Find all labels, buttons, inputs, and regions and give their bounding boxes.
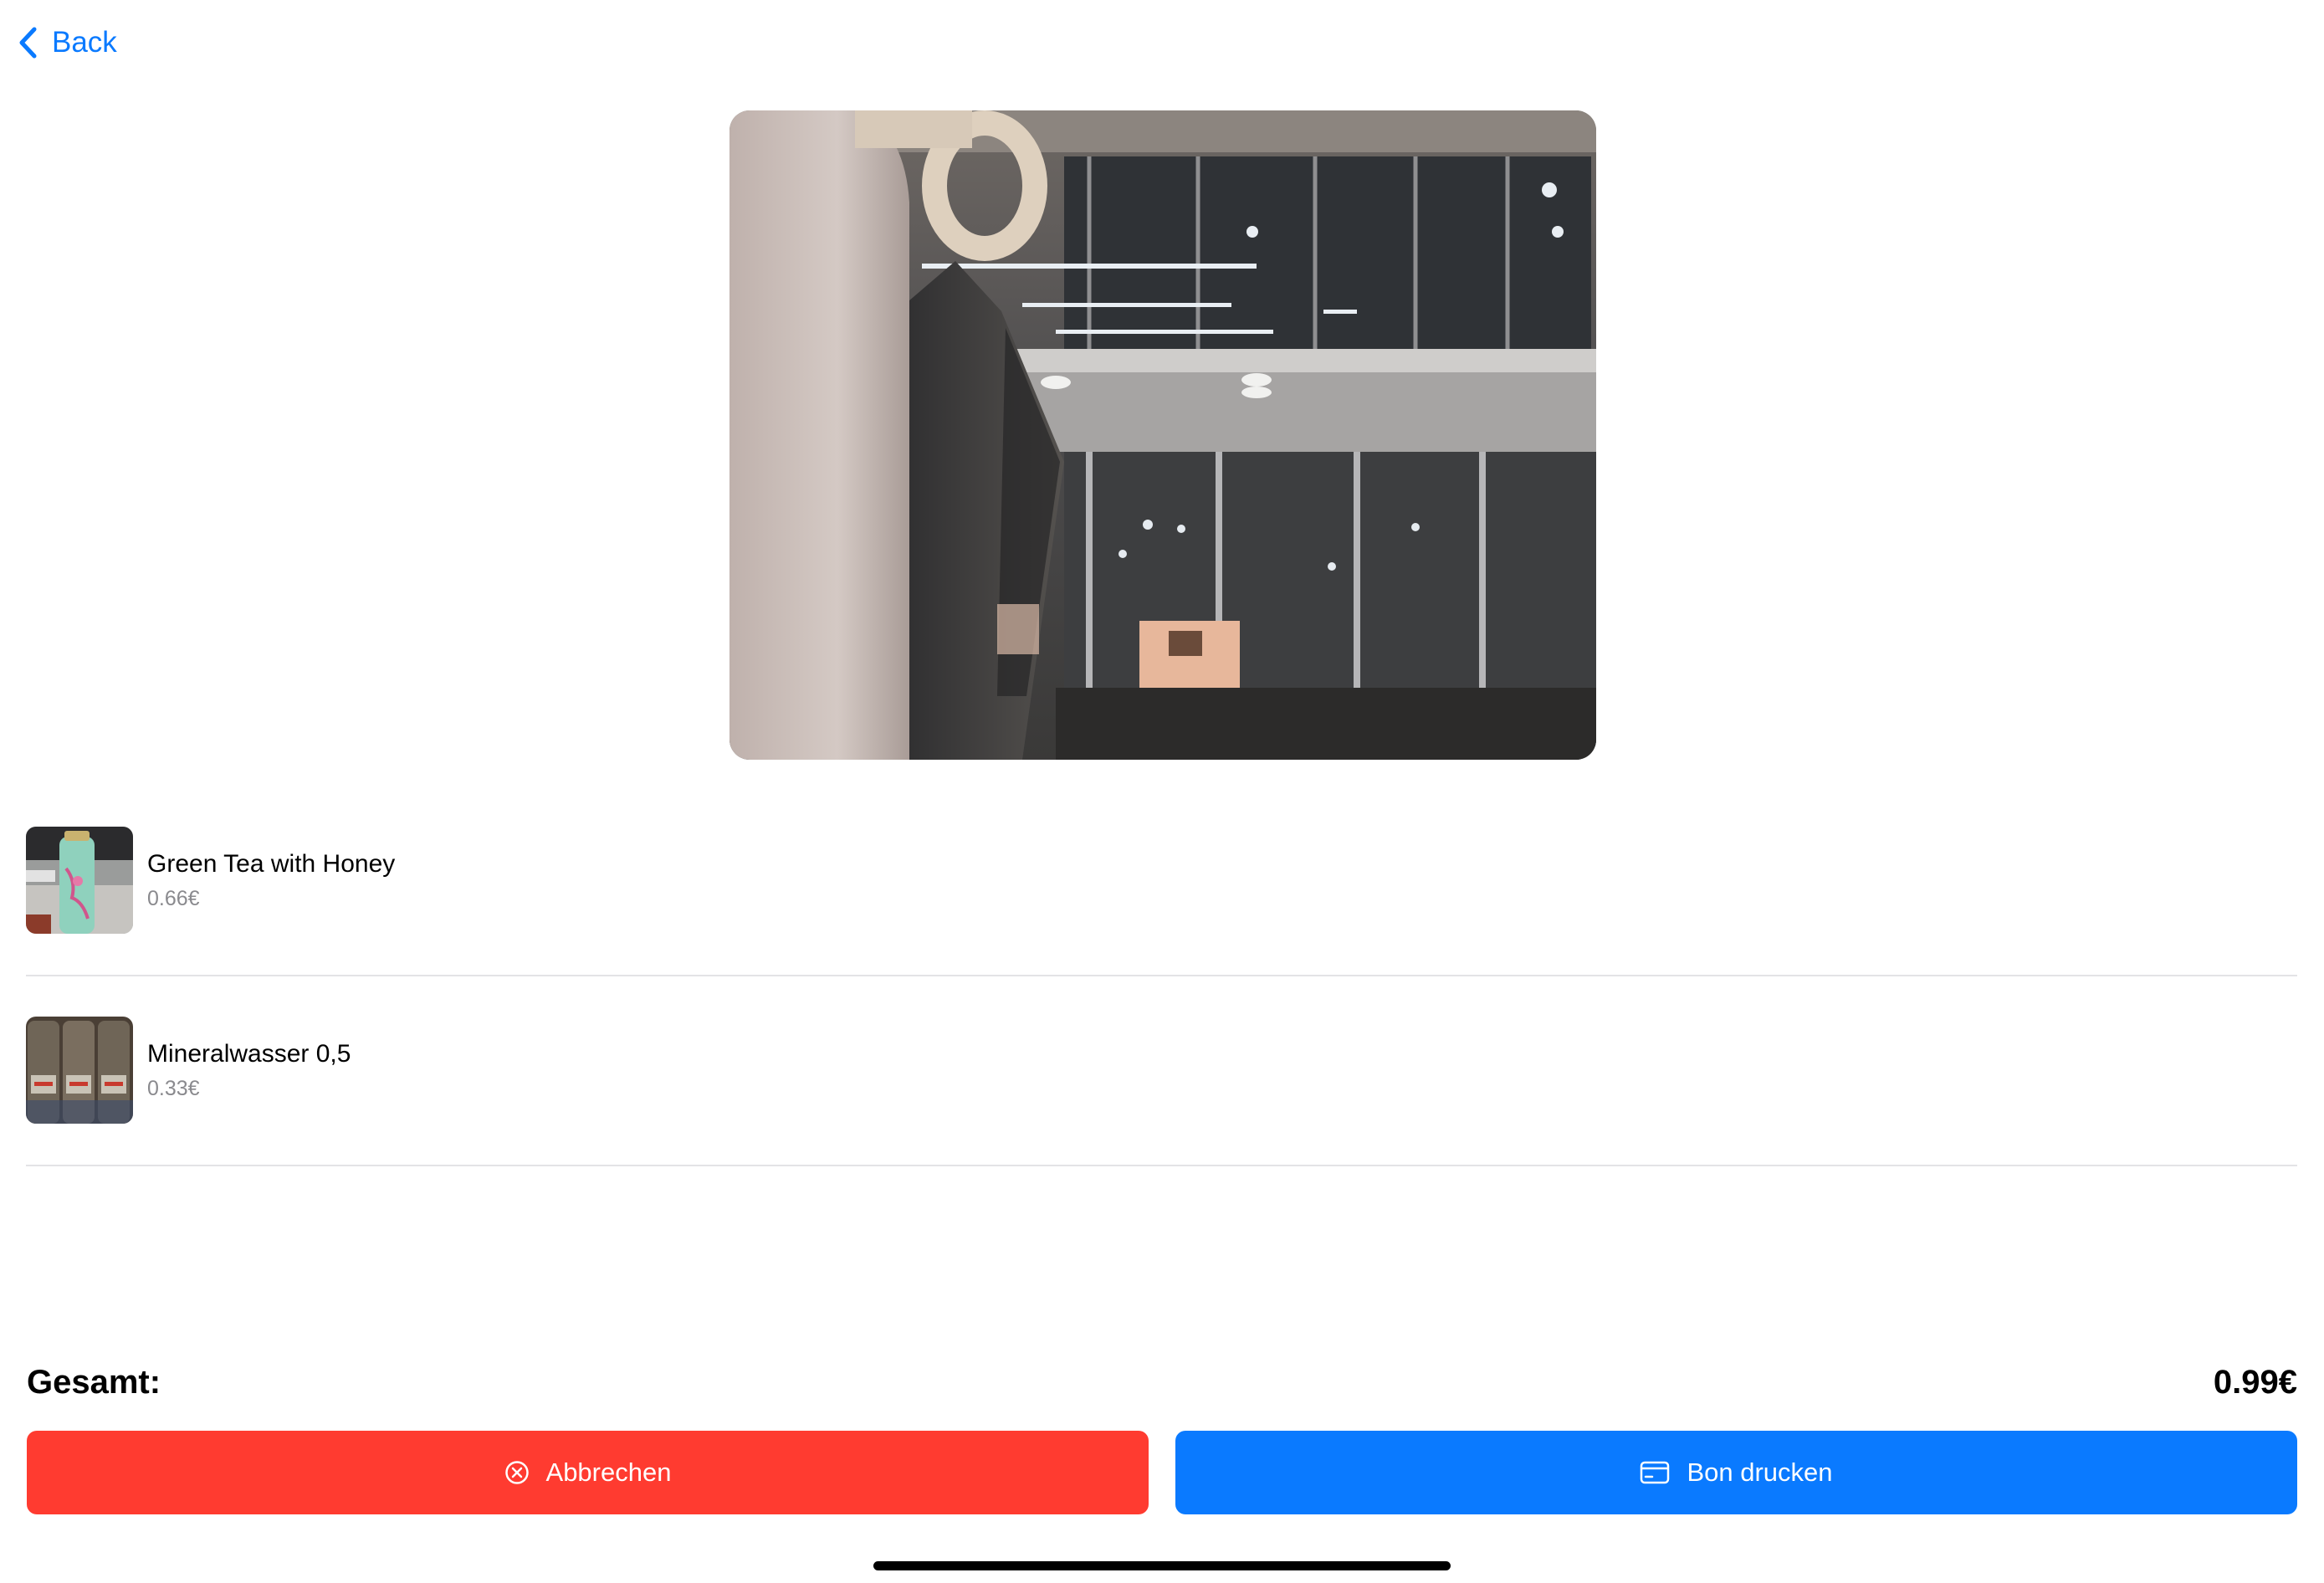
list-item[interactable]: Mineralwasser 0,5 0.33€ <box>26 976 2297 1166</box>
product-thumbnail <box>26 827 133 934</box>
credit-card-icon <box>1640 1461 1670 1484</box>
product-thumbnail <box>26 1017 133 1124</box>
cancel-button-label: Abbrechen <box>545 1457 672 1487</box>
print-button-label: Bon drucken <box>1687 1457 1833 1487</box>
cancel-button[interactable]: Abbrechen <box>27 1431 1149 1514</box>
back-button[interactable]: Back <box>18 20 117 65</box>
item-name: Green Tea with Honey <box>147 850 396 878</box>
chevron-left-icon <box>18 27 37 59</box>
print-receipt-button[interactable]: Bon drucken <box>1175 1431 2297 1514</box>
item-price: 0.66€ <box>147 887 200 910</box>
camera-preview <box>729 110 1596 760</box>
cart-list: Green Tea with Honey 0.66€ Mineralwasser… <box>26 786 2297 1166</box>
checkout-screen: Back Green Tea with Honey 0.66€ Mineralw… <box>0 0 2324 1583</box>
x-circle-icon <box>504 1460 530 1485</box>
item-price: 0.33€ <box>147 1077 200 1100</box>
back-label: Back <box>52 26 117 59</box>
list-item[interactable]: Green Tea with Honey 0.66€ <box>26 786 2297 976</box>
home-indicator[interactable] <box>873 1561 1451 1570</box>
total-value: 0.99€ <box>2213 1364 2297 1401</box>
item-name: Mineralwasser 0,5 <box>147 1040 351 1068</box>
total-label: Gesamt: <box>27 1364 161 1401</box>
